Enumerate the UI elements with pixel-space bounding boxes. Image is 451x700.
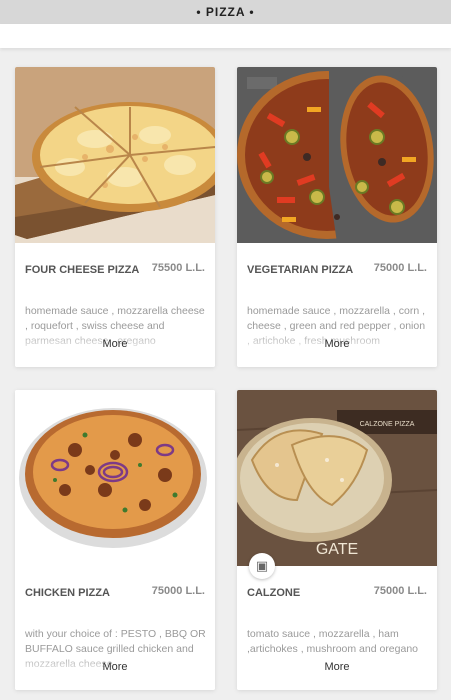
menu-card-calzone[interactable]: CALZONE PIZZA GATE ▣ CALZONE 75000 L.L. … <box>237 390 437 690</box>
restaurant-logo-icon: ▣ <box>249 553 275 579</box>
item-price: 75000 L.L. <box>373 262 427 274</box>
gate-text: GATE <box>316 541 358 558</box>
category-bar <box>0 24 451 48</box>
section-title: • PIZZA • <box>196 5 255 19</box>
more-button[interactable]: More <box>15 661 215 673</box>
item-name: FOUR CHEESE PIZZA <box>25 264 140 276</box>
chicken-pizza-image <box>15 390 215 566</box>
item-name: VEGETARIAN PIZZA <box>247 264 354 276</box>
more-button[interactable]: More <box>237 661 437 673</box>
box-label: CALZONE PIZZA <box>360 421 415 428</box>
vegetarian-pizza-image <box>237 67 437 243</box>
item-name: CHICKEN PIZZA <box>25 587 110 599</box>
item-price: 75000 L.L. <box>151 585 205 597</box>
more-button[interactable]: More <box>237 338 437 350</box>
four-cheese-pizza-image <box>15 67 215 243</box>
menu-card-four-cheese[interactable]: FOUR CHEESE PIZZA 75500 L.L. homemade sa… <box>15 67 215 367</box>
section-header: • PIZZA • <box>0 0 451 24</box>
menu-card-vegetarian[interactable]: VEGETARIAN PIZZA 75000 L.L. homemade sau… <box>237 67 437 367</box>
item-price: 75500 L.L. <box>151 262 205 274</box>
item-price: 75000 L.L. <box>373 585 427 597</box>
item-name: CALZONE <box>247 587 301 599</box>
calzone-image: CALZONE PIZZA GATE <box>237 390 437 566</box>
more-button[interactable]: More <box>15 338 215 350</box>
menu-card-chicken[interactable]: CHICKEN PIZZA 75000 L.L. with your choic… <box>15 390 215 690</box>
